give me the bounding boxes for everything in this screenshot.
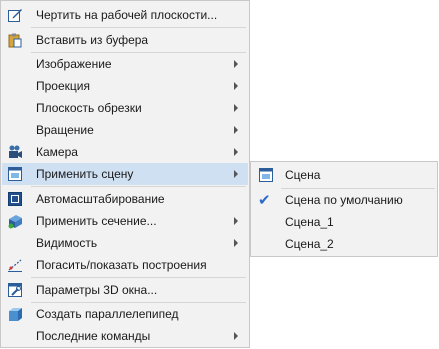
menu-item-apply-section[interactable]: Применить сечение... xyxy=(2,210,248,232)
apply-scene-submenu: Сцена ✔ Сцена по умолчанию Сцена_1 Сцена… xyxy=(250,161,438,257)
menu-item-visibility[interactable]: Видимость xyxy=(2,232,248,254)
scene-icon xyxy=(7,166,23,182)
menu-item-create-cuboid[interactable]: Создать параллелепипед xyxy=(2,303,248,325)
scene-icon xyxy=(258,167,274,183)
menu-item-camera[interactable]: Камера xyxy=(2,141,248,163)
menu-item-rotation[interactable]: Вращение xyxy=(2,119,248,141)
auto-scale-icon xyxy=(7,191,23,207)
menu-item-draw-on-work-plane[interactable]: Чертить на рабочей плоскости... xyxy=(2,4,248,26)
draw-on-plane-icon xyxy=(7,7,23,23)
section-icon xyxy=(7,213,23,229)
submenu-item-default-scene[interactable]: ✔ Сцена по умолчанию xyxy=(252,189,436,211)
menu-item-apply-scene[interactable]: Применить сцену xyxy=(2,163,248,185)
window-3d-params-icon xyxy=(7,282,23,298)
menu-item-hide-show-constructions[interactable]: Погасить/показать построения xyxy=(2,254,248,276)
paste-clipboard-icon xyxy=(7,32,23,48)
submenu-item-scene-1[interactable]: Сцена_1 xyxy=(252,211,436,233)
hide-show-constructions-icon xyxy=(7,257,23,273)
menu-item-clipping-plane[interactable]: Плоскость обрезки xyxy=(2,97,248,119)
submenu-arrow-icon xyxy=(234,148,238,156)
menu-item-3d-window-parameters[interactable]: Параметры 3D окна... xyxy=(2,279,248,301)
menu-item-recent-commands[interactable]: Последние команды xyxy=(2,325,248,347)
context-menu: Чертить на рабочей плоскости... Вставить… xyxy=(0,0,250,348)
submenu-item-scene-2[interactable]: Сцена_2 xyxy=(252,233,436,255)
check-icon: ✔ xyxy=(258,191,271,209)
submenu-arrow-icon xyxy=(234,82,238,90)
menu-item-image[interactable]: Изображение xyxy=(2,53,248,75)
menu-separator xyxy=(31,277,246,278)
submenu-arrow-icon xyxy=(234,104,238,112)
submenu-arrow-icon xyxy=(234,239,238,247)
submenu-arrow-icon xyxy=(234,332,238,340)
menu-separator xyxy=(31,186,246,187)
menu-item-auto-scale[interactable]: Автомасштабирование xyxy=(2,188,248,210)
menu-item-projection[interactable]: Проекция xyxy=(2,75,248,97)
menu-item-paste-from-clipboard[interactable]: Вставить из буфера xyxy=(2,29,248,51)
cuboid-icon xyxy=(7,306,23,322)
submenu-arrow-icon xyxy=(234,217,238,225)
submenu-arrow-icon xyxy=(234,170,238,178)
submenu-item-scene[interactable]: Сцена xyxy=(252,164,436,186)
submenu-arrow-icon xyxy=(234,126,238,134)
menu-separator xyxy=(31,27,246,28)
camera-icon xyxy=(7,144,23,160)
submenu-arrow-icon xyxy=(234,60,238,68)
